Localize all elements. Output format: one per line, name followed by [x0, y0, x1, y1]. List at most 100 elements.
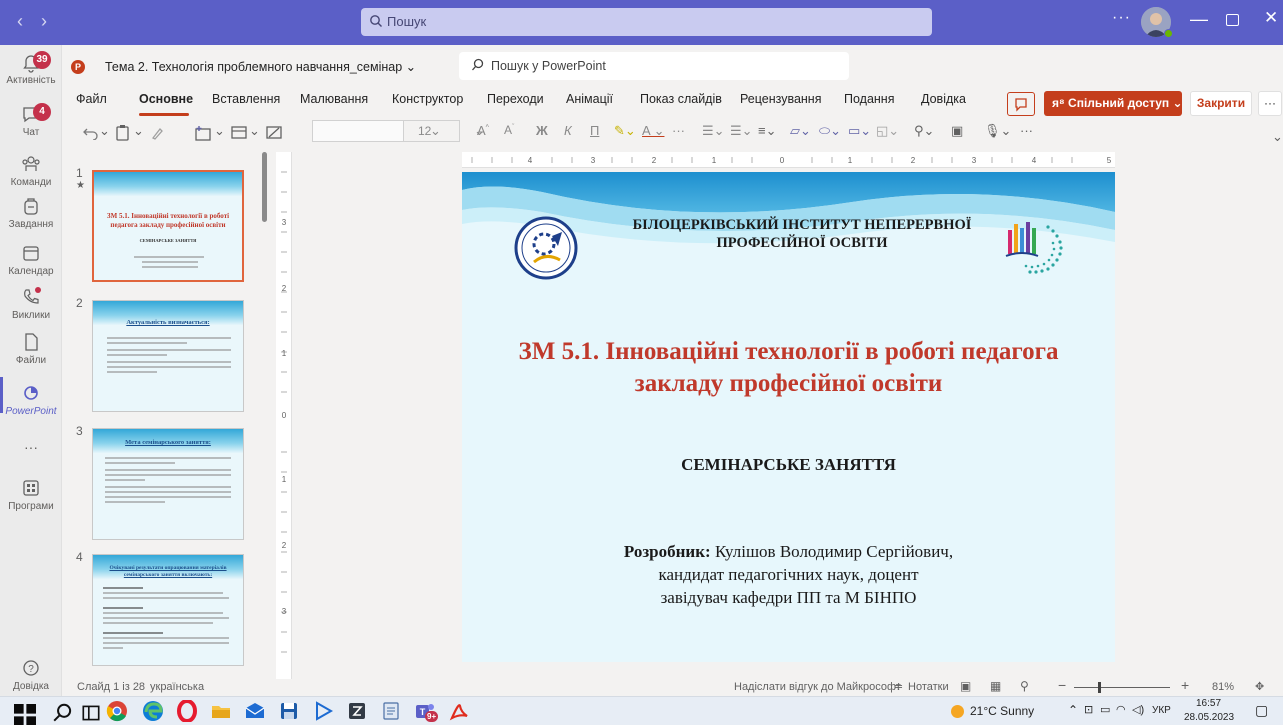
battery-icon[interactable]: ▭ [1100, 703, 1110, 716]
tab-transitions[interactable]: Переходи [487, 92, 544, 106]
notepad-icon[interactable] [380, 700, 402, 722]
tray-apps-icon[interactable]: ⊡ [1084, 703, 1093, 716]
ribbon-expand-icon[interactable]: ⌄ [1272, 129, 1283, 145]
tab-review[interactable]: Рецензування [740, 92, 821, 106]
align-icon[interactable]: ≡⌄ [758, 123, 776, 139]
zoom-slider-thumb[interactable] [1098, 682, 1101, 693]
slide-sorter-icon[interactable]: ▦ [990, 679, 1001, 693]
rail-item-calls[interactable]: Виклики [0, 286, 62, 336]
new-slide-dropdown-icon[interactable]: ⌄ [214, 123, 225, 139]
feedback-link[interactable]: Надіслати відгук до Майкрософт [734, 681, 901, 693]
slide-subtitle[interactable]: СЕМІНАРСЬКЕ ЗАНЯТТЯ [462, 455, 1115, 475]
powerpoint-search-input[interactable]: Пошук у PowerPoint [459, 52, 849, 80]
notes-button[interactable]: Нотатки [908, 681, 949, 693]
more-options-button[interactable]: ··· [1258, 91, 1282, 116]
slide-thumbnail-4[interactable]: Очікувані результати опрацювання матеріа… [92, 554, 244, 666]
undo-dropdown-icon[interactable]: ⌄ [99, 123, 110, 139]
tray-chevron-icon[interactable]: ⌃ [1068, 703, 1078, 717]
shape-outline-icon[interactable]: ▭⌄ [848, 123, 871, 139]
slide-thumbnail-3[interactable]: Мета семінарського заняття: [92, 428, 244, 540]
reading-view-icon[interactable]: ⚲ [1020, 679, 1029, 693]
layout-dropdown-icon[interactable]: ⌄ [249, 123, 260, 139]
slide-thumbnail-2[interactable]: Актуальність визначається: [92, 300, 244, 412]
notification-center-icon[interactable]: ▢ [1255, 702, 1268, 719]
tab-insert[interactable]: Вставлення [212, 92, 280, 106]
shape-fill-icon[interactable]: ⬭⌄ [819, 123, 841, 139]
slide-title[interactable]: ЗМ 5.1. Інноваційні технології в роботі … [482, 336, 1095, 400]
media-player-icon[interactable] [312, 700, 334, 722]
acrobat-icon[interactable] [448, 700, 470, 722]
increase-font-icon[interactable]: A^ [477, 123, 489, 138]
font-size-input[interactable]: 12 [404, 120, 460, 142]
normal-view-icon[interactable]: ▣ [960, 679, 971, 693]
format-painter-icon[interactable] [150, 125, 166, 141]
search-input[interactable]: Пошук [361, 8, 932, 36]
shape-effects-icon[interactable]: ◱⌄ [876, 123, 899, 139]
dictate-icon[interactable]: 🎙⌄ [984, 123, 1011, 139]
zoom-slider-track[interactable] [1074, 687, 1170, 688]
thumbnail-scrollbar[interactable] [262, 152, 267, 222]
rail-item-calendar[interactable]: Календар [0, 242, 62, 292]
paste-icon[interactable] [115, 124, 131, 141]
tab-home[interactable]: Основне [139, 92, 193, 106]
shapes-icon[interactable]: ▱⌄ [790, 123, 811, 139]
search-icon[interactable] [52, 702, 74, 724]
wifi-icon[interactable]: ◠ [1116, 703, 1126, 716]
tab-slideshow[interactable]: Показ слайдів [640, 92, 722, 106]
rail-item-apps[interactable]: Програми [0, 477, 62, 527]
mail-icon[interactable] [244, 700, 266, 722]
zoom-level[interactable]: 81% [1212, 681, 1234, 693]
task-view-icon[interactable] [80, 702, 102, 724]
share-button[interactable]: ᴙ⁸ Спільний доступ ⌄ [1044, 91, 1183, 116]
file-explorer-icon[interactable] [210, 700, 232, 722]
close-window-button[interactable]: ✕ [1264, 8, 1278, 28]
new-slide-icon[interactable] [195, 125, 213, 141]
rail-item-assignments[interactable]: Завдання [0, 195, 62, 245]
rail-item-chat[interactable]: 4 Чат [0, 103, 62, 153]
reset-slide-icon[interactable] [266, 126, 282, 139]
volume-icon[interactable]: ◁) [1132, 703, 1144, 716]
paste-dropdown-icon[interactable]: ⌄ [133, 123, 144, 139]
decrease-font-icon[interactable]: Aˇ [504, 123, 514, 137]
chrome-icon[interactable] [106, 700, 128, 722]
weather-text[interactable]: 21°C Sunny [970, 704, 1034, 718]
rail-item-activity[interactable]: 39 Активність [0, 51, 62, 101]
more-options-icon[interactable]: ··· [1112, 9, 1131, 27]
tab-help[interactable]: Довідка [921, 92, 966, 106]
italic-icon[interactable]: К [564, 123, 572, 138]
tab-view[interactable]: Подання [844, 92, 894, 106]
clock-date[interactable]: 28.05.2023 [1184, 712, 1234, 723]
rail-item-files[interactable]: Файли [0, 331, 62, 381]
zoom-in-button[interactable]: + [1181, 677, 1189, 693]
input-language[interactable]: УКР [1152, 705, 1171, 716]
minimize-button[interactable]: — [1189, 9, 1209, 29]
back-arrow-icon[interactable]: ‹ [10, 11, 30, 31]
document-title[interactable]: Тема 2. Технологія проблемного навчання_… [105, 59, 416, 74]
clock-time[interactable]: 16:57 [1196, 698, 1221, 709]
maximize-button[interactable] [1226, 14, 1239, 26]
slide-thumbnail-1[interactable]: ЗМ 5.1. Інноваційні технології в роботі … [92, 170, 244, 282]
opera-icon[interactable] [176, 700, 198, 722]
tab-file[interactable]: Файл [76, 92, 107, 106]
font-name-input[interactable] [312, 120, 404, 142]
tab-design[interactable]: Конструктор [392, 92, 463, 106]
tab-draw[interactable]: Малювання [300, 92, 368, 106]
edge-icon[interactable] [142, 700, 164, 722]
more-toolbar-icon[interactable]: ··· [1020, 123, 1033, 138]
undo-icon[interactable] [82, 126, 98, 140]
bold-icon[interactable]: Ж [536, 123, 548, 138]
highlight-icon[interactable]: ✎⌄ [614, 123, 636, 139]
pdf-reader-icon[interactable] [346, 700, 368, 722]
save-icon[interactable] [278, 700, 300, 722]
close-document-button[interactable]: Закрити [1190, 91, 1252, 116]
bullets-icon[interactable]: ☰⌄ [702, 123, 725, 139]
numbering-icon[interactable]: ☰⌄ [730, 123, 753, 139]
underline-icon[interactable]: П [590, 123, 599, 138]
more-font-options-icon[interactable]: ··· [672, 123, 685, 138]
rail-item-powerpoint[interactable]: PowerPoint [0, 382, 62, 432]
forward-arrow-icon[interactable]: › [34, 11, 54, 31]
language-indicator[interactable]: українська [150, 681, 204, 693]
windows-start-icon[interactable] [14, 704, 36, 725]
slide-canvas[interactable]: БІЛОЦЕРКІВСЬКИЙ ІНСТИТУТ НЕПЕРЕРВНОЇ ПРО… [462, 172, 1115, 662]
fit-slide-icon[interactable]: ✥ [1255, 680, 1264, 693]
